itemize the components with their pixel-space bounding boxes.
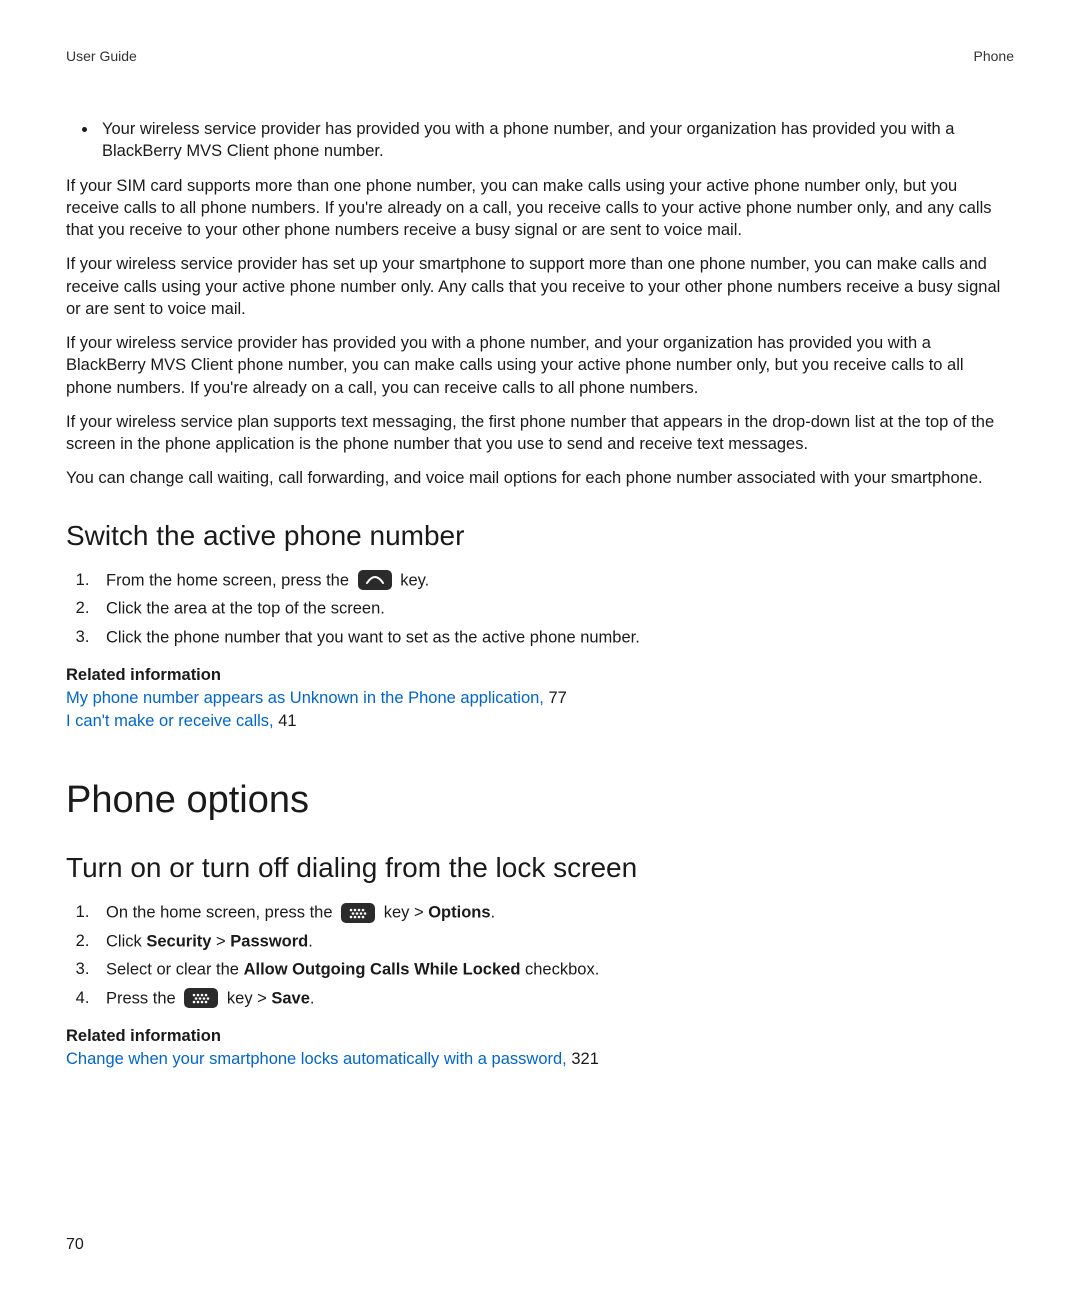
body-paragraph: If your wireless service plan supports t… <box>66 411 1014 456</box>
link-unknown-number[interactable]: My phone number appears as Unknown in th… <box>66 689 544 707</box>
step-text: On the home screen, press the <box>106 903 337 921</box>
step-text: . <box>310 989 315 1007</box>
document-page: User Guide Phone Your wireless service p… <box>0 0 1080 1296</box>
step-text: Select or clear the <box>106 961 244 979</box>
step-item: Click Security > Password. <box>94 927 1014 956</box>
body-paragraph: You can change call waiting, call forwar… <box>66 467 1014 489</box>
step-item: Press the key > Save. <box>94 984 1014 1013</box>
step-item: From the home screen, press the key. <box>94 566 1014 595</box>
heading-switch-number: Switch the active phone number <box>66 520 1014 552</box>
link-page-ref: 41 <box>274 712 297 730</box>
step-text: key > <box>227 989 271 1007</box>
related-info-label: Related information <box>66 1027 1014 1046</box>
step-text: Click <box>106 932 146 950</box>
send-key-icon <box>358 570 392 590</box>
step-text: key. <box>400 571 429 589</box>
heading-phone-options: Phone options <box>66 779 1014 822</box>
step-text: > <box>211 932 230 950</box>
page-header: User Guide Phone <box>66 48 1014 64</box>
step-text: key > <box>384 903 428 921</box>
page-number: 70 <box>66 1236 84 1254</box>
header-left: User Guide <box>66 48 137 64</box>
step-text: Click the phone number that you want to … <box>106 629 640 647</box>
steps-lock-screen: On the home screen, press the key > Opti… <box>66 898 1014 1013</box>
bullet-item: Your wireless service provider has provi… <box>98 118 1014 163</box>
step-text: checkbox. <box>520 961 599 979</box>
menu-key-icon <box>341 903 375 923</box>
step-text: . <box>491 903 496 921</box>
link-page-ref: 77 <box>544 689 567 707</box>
step-text-bold: Security <box>146 932 211 950</box>
step-text: . <box>308 932 313 950</box>
steps-switch-number: From the home screen, press the key. Cli… <box>66 566 1014 652</box>
step-item: On the home screen, press the key > Opti… <box>94 898 1014 927</box>
link-page-ref: 321 <box>567 1050 599 1068</box>
step-item: Click the area at the top of the screen. <box>94 594 1014 623</box>
related-link-line: My phone number appears as Unknown in th… <box>66 687 1014 710</box>
heading-lock-screen-dialing: Turn on or turn off dialing from the loc… <box>66 852 1014 884</box>
step-text: Click the area at the top of the screen. <box>106 600 385 618</box>
step-text-bold: Password <box>230 932 308 950</box>
link-cant-call[interactable]: I can't make or receive calls, <box>66 712 274 730</box>
link-auto-lock[interactable]: Change when your smartphone locks automa… <box>66 1050 567 1068</box>
step-text-bold: Allow Outgoing Calls While Locked <box>244 961 521 979</box>
header-right: Phone <box>974 48 1014 64</box>
related-info-label: Related information <box>66 666 1014 685</box>
intro-bullet-list: Your wireless service provider has provi… <box>66 118 1014 163</box>
step-text-bold: Options <box>428 903 490 921</box>
related-link-line: Change when your smartphone locks automa… <box>66 1048 1014 1071</box>
menu-key-icon <box>184 988 218 1008</box>
body-paragraph: If your SIM card supports more than one … <box>66 175 1014 242</box>
body-paragraph: If your wireless service provider has pr… <box>66 332 1014 399</box>
body-paragraph: If your wireless service provider has se… <box>66 253 1014 320</box>
step-item: Click the phone number that you want to … <box>94 623 1014 652</box>
step-item: Select or clear the Allow Outgoing Calls… <box>94 955 1014 984</box>
step-text: Press the <box>106 989 180 1007</box>
related-link-line: I can't make or receive calls, 41 <box>66 710 1014 733</box>
step-text: From the home screen, press the <box>106 571 354 589</box>
step-text-bold: Save <box>271 989 310 1007</box>
